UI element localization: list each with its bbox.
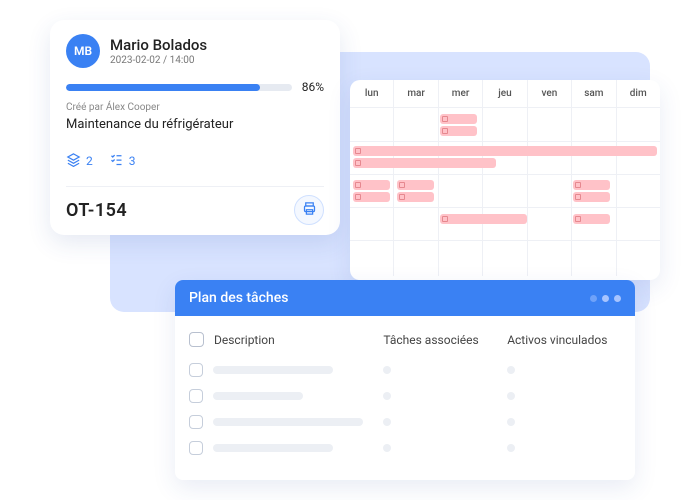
calendar-body bbox=[350, 108, 660, 276]
printer-icon bbox=[302, 201, 317, 220]
row-checkbox[interactable] bbox=[189, 363, 203, 377]
calendar-event[interactable] bbox=[573, 180, 610, 190]
dot-icon bbox=[590, 295, 597, 302]
checklist-count: 3 bbox=[109, 152, 136, 170]
checklist-icon bbox=[109, 152, 124, 170]
calendar-day-header: mar bbox=[393, 80, 437, 107]
task-plan-columns: Description Tâches associées Activos vin… bbox=[175, 316, 635, 357]
progress-track bbox=[66, 84, 292, 91]
table-row[interactable] bbox=[175, 409, 635, 435]
dot-icon bbox=[602, 295, 609, 302]
row-checkbox[interactable] bbox=[189, 441, 203, 455]
calendar-event[interactable] bbox=[353, 158, 496, 168]
task-plan-card: Plan des tâches Description Tâches assoc… bbox=[175, 280, 635, 480]
table-row[interactable] bbox=[175, 435, 635, 461]
calendar-event[interactable] bbox=[353, 146, 657, 156]
select-all-checkbox[interactable] bbox=[189, 332, 204, 347]
avatar: MB bbox=[66, 34, 100, 68]
progress-fill bbox=[66, 84, 260, 91]
skeleton-text bbox=[213, 392, 303, 400]
work-order-title: Maintenance du réfrigérateur bbox=[66, 117, 324, 132]
calendar-card: lun mar mer jeu ven sam dim bbox=[350, 80, 660, 280]
calendar-header: lun mar mer jeu ven sam dim bbox=[350, 80, 660, 108]
checklist-value: 3 bbox=[129, 154, 136, 168]
skeleton-dot bbox=[383, 444, 391, 452]
calendar-grid bbox=[350, 108, 660, 276]
calendar-day-header: jeu bbox=[482, 80, 526, 107]
skeleton-dot bbox=[507, 444, 515, 452]
skeleton-dot bbox=[383, 392, 391, 400]
work-order-meta: 2 3 bbox=[66, 152, 324, 170]
created-by-label: Créé par Álex Cooper bbox=[66, 102, 324, 113]
calendar-event[interactable] bbox=[573, 214, 610, 224]
skeleton-text bbox=[213, 418, 363, 426]
row-checkbox[interactable] bbox=[189, 389, 203, 403]
window-dots bbox=[590, 295, 621, 302]
work-order-id: OT-154 bbox=[66, 200, 127, 221]
work-order-datetime: 2023-02-02 / 14:00 bbox=[110, 55, 207, 66]
calendar-day-header: ven bbox=[527, 80, 571, 107]
layers-icon bbox=[66, 152, 81, 170]
skeleton-dot bbox=[383, 418, 391, 426]
calendar-event[interactable] bbox=[353, 192, 390, 202]
skeleton-dot bbox=[507, 366, 515, 374]
calendar-event[interactable] bbox=[573, 192, 610, 202]
calendar-day-header: lun bbox=[350, 80, 393, 107]
skeleton-dot bbox=[507, 392, 515, 400]
task-plan-title: Plan des tâches bbox=[189, 290, 288, 306]
skeleton-text bbox=[213, 366, 333, 374]
calendar-day-header: mer bbox=[438, 80, 482, 107]
column-description: Description bbox=[214, 333, 373, 347]
table-row[interactable] bbox=[175, 383, 635, 409]
work-order-footer: OT-154 bbox=[66, 186, 324, 225]
calendar-day-header: dim bbox=[616, 80, 660, 107]
skeleton-dot bbox=[507, 418, 515, 426]
column-assoc: Tâches associées bbox=[383, 333, 497, 347]
skeleton-dot bbox=[383, 366, 391, 374]
dot-icon bbox=[614, 295, 621, 302]
layers-count: 2 bbox=[66, 152, 93, 170]
skeleton-text bbox=[213, 444, 333, 452]
calendar-event[interactable] bbox=[440, 126, 477, 136]
row-checkbox[interactable] bbox=[189, 415, 203, 429]
progress-percent: 86% bbox=[302, 80, 324, 94]
user-name: Mario Bolados bbox=[110, 36, 207, 54]
work-order-header: MB Mario Bolados 2023-02-02 / 14:00 bbox=[66, 34, 324, 68]
calendar-event[interactable] bbox=[353, 180, 390, 190]
calendar-event[interactable] bbox=[440, 114, 477, 124]
layers-value: 2 bbox=[86, 154, 93, 168]
table-row[interactable] bbox=[175, 357, 635, 383]
calendar-event[interactable] bbox=[440, 214, 527, 224]
column-assets: Activos vinculados bbox=[507, 333, 621, 347]
print-button[interactable] bbox=[294, 195, 324, 225]
task-plan-header: Plan des tâches bbox=[175, 280, 635, 316]
work-order-card: MB Mario Bolados 2023-02-02 / 14:00 86% … bbox=[50, 20, 340, 235]
calendar-event[interactable] bbox=[397, 180, 434, 190]
progress-row: 86% bbox=[66, 80, 324, 94]
calendar-event[interactable] bbox=[397, 192, 434, 202]
calendar-day-header: sam bbox=[571, 80, 615, 107]
